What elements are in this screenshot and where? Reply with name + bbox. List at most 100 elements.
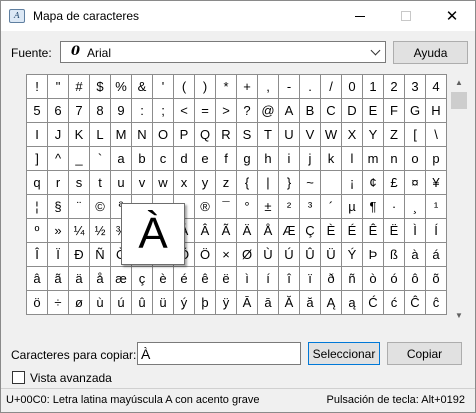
character-cell[interactable]: K — [69, 123, 90, 147]
character-cell[interactable]: S — [237, 123, 258, 147]
character-cell[interactable]: µ — [342, 195, 363, 219]
character-cell[interactable]: Ø — [237, 243, 258, 267]
character-cell[interactable]: Ë — [384, 219, 405, 243]
character-cell[interactable]: 2 — [384, 75, 405, 99]
character-cell[interactable]: 6 — [48, 99, 69, 123]
character-cell[interactable]: ¹ — [426, 195, 447, 219]
character-cell[interactable]: þ — [195, 291, 216, 315]
character-cell[interactable]: E — [363, 99, 384, 123]
character-cell[interactable]: Ü — [321, 243, 342, 267]
character-cell[interactable]: U — [279, 123, 300, 147]
character-cell[interactable]: ¥ — [426, 171, 447, 195]
character-cell[interactable]: X — [342, 123, 363, 147]
character-cell[interactable]: Ý — [342, 243, 363, 267]
character-cell[interactable]: V — [300, 123, 321, 147]
character-cell[interactable]: ú — [111, 291, 132, 315]
character-cell[interactable]: ä — [69, 267, 90, 291]
character-cell[interactable]: d — [174, 147, 195, 171]
character-cell[interactable]: p — [426, 147, 447, 171]
character-cell[interactable]: ê — [195, 267, 216, 291]
character-cell[interactable]: Å — [258, 219, 279, 243]
character-cell[interactable]: = — [195, 99, 216, 123]
character-cell[interactable]: C — [321, 99, 342, 123]
character-cell[interactable]: Þ — [363, 243, 384, 267]
character-cell[interactable]: ` — [90, 147, 111, 171]
character-cell[interactable]: ß — [384, 243, 405, 267]
chevron-down-icon[interactable] — [370, 45, 381, 56]
character-cell[interactable]: ³ — [300, 195, 321, 219]
character-cell[interactable]: ¸ — [405, 195, 426, 219]
character-cell[interactable]: Ĉ — [405, 291, 426, 315]
character-cell[interactable]: , — [258, 75, 279, 99]
character-cell[interactable]: ï — [300, 267, 321, 291]
character-cell[interactable]: $ — [90, 75, 111, 99]
minimize-button[interactable] — [337, 1, 383, 31]
character-cell[interactable]: z — [216, 171, 237, 195]
character-cell[interactable]: o — [405, 147, 426, 171]
character-cell[interactable]: Z — [384, 123, 405, 147]
character-cell[interactable]: 9 — [111, 99, 132, 123]
character-cell[interactable]: B — [300, 99, 321, 123]
character-cell[interactable]: Ê — [363, 219, 384, 243]
character-cell[interactable]: º — [27, 219, 48, 243]
character-cell[interactable]: ¤ — [405, 171, 426, 195]
character-cell[interactable]: ; — [153, 99, 174, 123]
character-cell[interactable]: Â — [195, 219, 216, 243]
copy-field[interactable]: À — [137, 342, 301, 365]
character-cell[interactable]: 8 — [90, 99, 111, 123]
character-cell[interactable]: M — [111, 123, 132, 147]
character-cell[interactable]: ± — [258, 195, 279, 219]
character-cell[interactable]: A — [279, 99, 300, 123]
character-cell[interactable]: Ă — [279, 291, 300, 315]
character-cell[interactable]: Ö — [195, 243, 216, 267]
font-dropdown[interactable]: 0 Arial — [60, 41, 386, 63]
character-cell[interactable]: : — [132, 99, 153, 123]
character-cell[interactable]: ø — [69, 291, 90, 315]
character-cell[interactable]: G — [405, 99, 426, 123]
character-cell[interactable]: Û — [300, 243, 321, 267]
character-cell[interactable]: ć — [384, 291, 405, 315]
character-cell[interactable]: ¶ — [363, 195, 384, 219]
character-cell[interactable]: á — [426, 243, 447, 267]
maximize-button[interactable] — [383, 1, 429, 31]
character-cell[interactable]: T — [258, 123, 279, 147]
character-cell[interactable]: » — [48, 219, 69, 243]
character-cell[interactable]: é — [174, 267, 195, 291]
character-cell[interactable]: ą — [342, 291, 363, 315]
character-cell[interactable]: + — [237, 75, 258, 99]
character-cell[interactable]: t — [90, 171, 111, 195]
character-cell[interactable]: Ð — [69, 243, 90, 267]
character-cell[interactable]: H — [426, 99, 447, 123]
character-cell[interactable]: w — [153, 171, 174, 195]
character-cell[interactable]: ì — [237, 267, 258, 291]
character-cell[interactable]: Ú — [279, 243, 300, 267]
character-cell[interactable]: î — [279, 267, 300, 291]
character-cell[interactable]: b — [132, 147, 153, 171]
help-button[interactable]: Ayuda — [393, 41, 468, 64]
character-cell[interactable]: É — [342, 219, 363, 243]
character-cell[interactable]: i — [279, 147, 300, 171]
character-cell[interactable]: í — [258, 267, 279, 291]
character-cell[interactable]: ĉ — [426, 291, 447, 315]
character-cell[interactable]: Ą — [321, 291, 342, 315]
character-cell[interactable]: _ — [69, 147, 90, 171]
character-cell[interactable] — [321, 171, 342, 195]
character-cell[interactable]: ¨ — [69, 195, 90, 219]
character-cell[interactable]: õ — [426, 267, 447, 291]
character-cell[interactable]: ? — [237, 99, 258, 123]
grid-scrollbar[interactable]: ▲ ▼ — [450, 74, 468, 324]
character-cell[interactable]: ü — [153, 291, 174, 315]
character-cell[interactable]: ö — [27, 291, 48, 315]
character-cell[interactable]: P — [174, 123, 195, 147]
character-cell[interactable]: ¢ — [363, 171, 384, 195]
character-cell[interactable]: 1 — [363, 75, 384, 99]
character-cell[interactable]: Í — [426, 219, 447, 243]
character-cell[interactable]: ² — [279, 195, 300, 219]
character-cell[interactable]: Ç — [300, 219, 321, 243]
character-cell[interactable]: 5 — [27, 99, 48, 123]
character-cell[interactable]: ñ — [342, 267, 363, 291]
character-cell[interactable]: ! — [27, 75, 48, 99]
copy-button[interactable]: Copiar — [387, 342, 462, 365]
character-cell[interactable]: j — [300, 147, 321, 171]
character-cell[interactable]: v — [132, 171, 153, 195]
